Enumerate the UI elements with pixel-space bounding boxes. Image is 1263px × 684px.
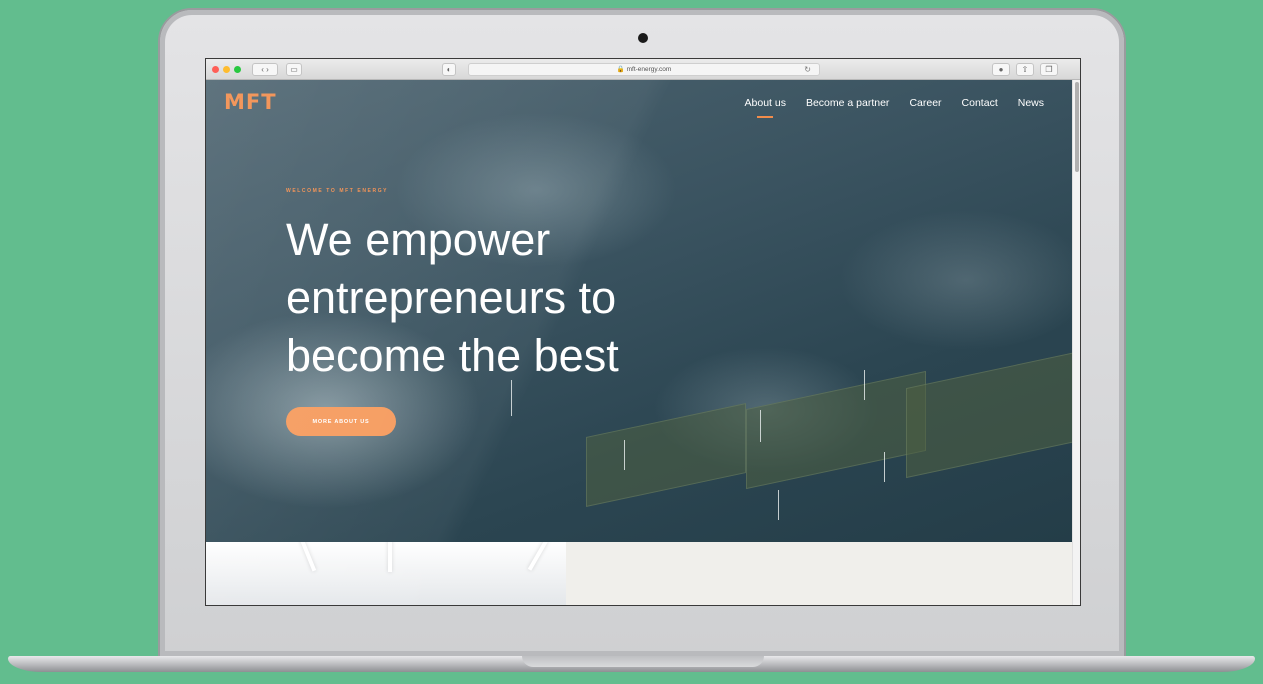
ceiling-light (388, 542, 392, 572)
wind-turbine (778, 490, 779, 520)
close-window-button[interactable] (212, 66, 219, 73)
window-controls (212, 66, 241, 73)
url-text: mft-energy.com (626, 66, 672, 73)
mft-logo[interactable]: MFT (224, 90, 277, 114)
nav-career[interactable]: Career (909, 97, 941, 109)
headline-line: entrepreneurs to (286, 272, 617, 323)
ceiling-light (299, 542, 317, 572)
hero-eyebrow: WELCOME TO MFT ENERGY (286, 188, 389, 194)
nav-contact[interactable]: Contact (962, 97, 998, 109)
page-scrollbar[interactable] (1072, 80, 1080, 605)
back-forward-buttons[interactable]: ‹ › (252, 63, 278, 76)
office-image (206, 542, 566, 605)
hero-section: MFT About us Become a partner Career Con… (206, 80, 1072, 542)
more-about-us-button[interactable]: MORE ABOUT US (286, 407, 396, 436)
lock-icon: 🔒 (616, 66, 625, 73)
scrollbar-thumb[interactable] (1075, 82, 1079, 172)
laptop-hinge-notch (522, 656, 764, 667)
field-decoration (906, 351, 1072, 479)
nav-become-a-partner[interactable]: Become a partner (806, 97, 889, 109)
webcam (638, 33, 648, 43)
address-bar[interactable]: 🔒 mft-energy.com ↻ (468, 63, 820, 76)
download-icon[interactable]: ● (992, 63, 1010, 76)
zoom-window-button[interactable] (234, 66, 241, 73)
content-panel (566, 542, 1072, 605)
sidebar-toggle-icon[interactable]: ▭ (286, 63, 302, 76)
field-decoration (746, 370, 926, 490)
nav-news[interactable]: News (1018, 97, 1044, 109)
wind-turbine (760, 410, 761, 442)
share-icon[interactable]: ⇧ (1016, 63, 1034, 76)
wind-turbine (511, 380, 512, 416)
headline-line: become the best (286, 330, 619, 381)
minimize-window-button[interactable] (223, 66, 230, 73)
ceiling-light (527, 542, 549, 571)
hero-headline: We empower entrepreneurs to become the b… (286, 211, 726, 385)
field-decoration (586, 402, 746, 508)
reload-icon[interactable]: ↻ (804, 64, 811, 75)
website: MFT About us Become a partner Career Con… (206, 80, 1072, 605)
tabs-icon[interactable]: ❐ (1040, 63, 1058, 76)
headline-line: We empower (286, 214, 551, 265)
main-nav: About us Become a partner Career Contact… (745, 97, 1044, 118)
shield-icon[interactable]: ◐ (442, 63, 456, 76)
nav-about-us[interactable]: About us (745, 97, 786, 118)
browser-toolbar: ‹ › ▭ ◐ 🔒 mft-energy.com ↻ ● ⇧ ❐ (206, 59, 1080, 80)
wind-turbine (884, 452, 885, 482)
wind-turbine (864, 370, 865, 400)
wind-turbine (624, 440, 625, 470)
laptop-screen: ‹ › ▭ ◐ 🔒 mft-energy.com ↻ ● ⇧ ❐ MFT Abo… (205, 58, 1081, 606)
